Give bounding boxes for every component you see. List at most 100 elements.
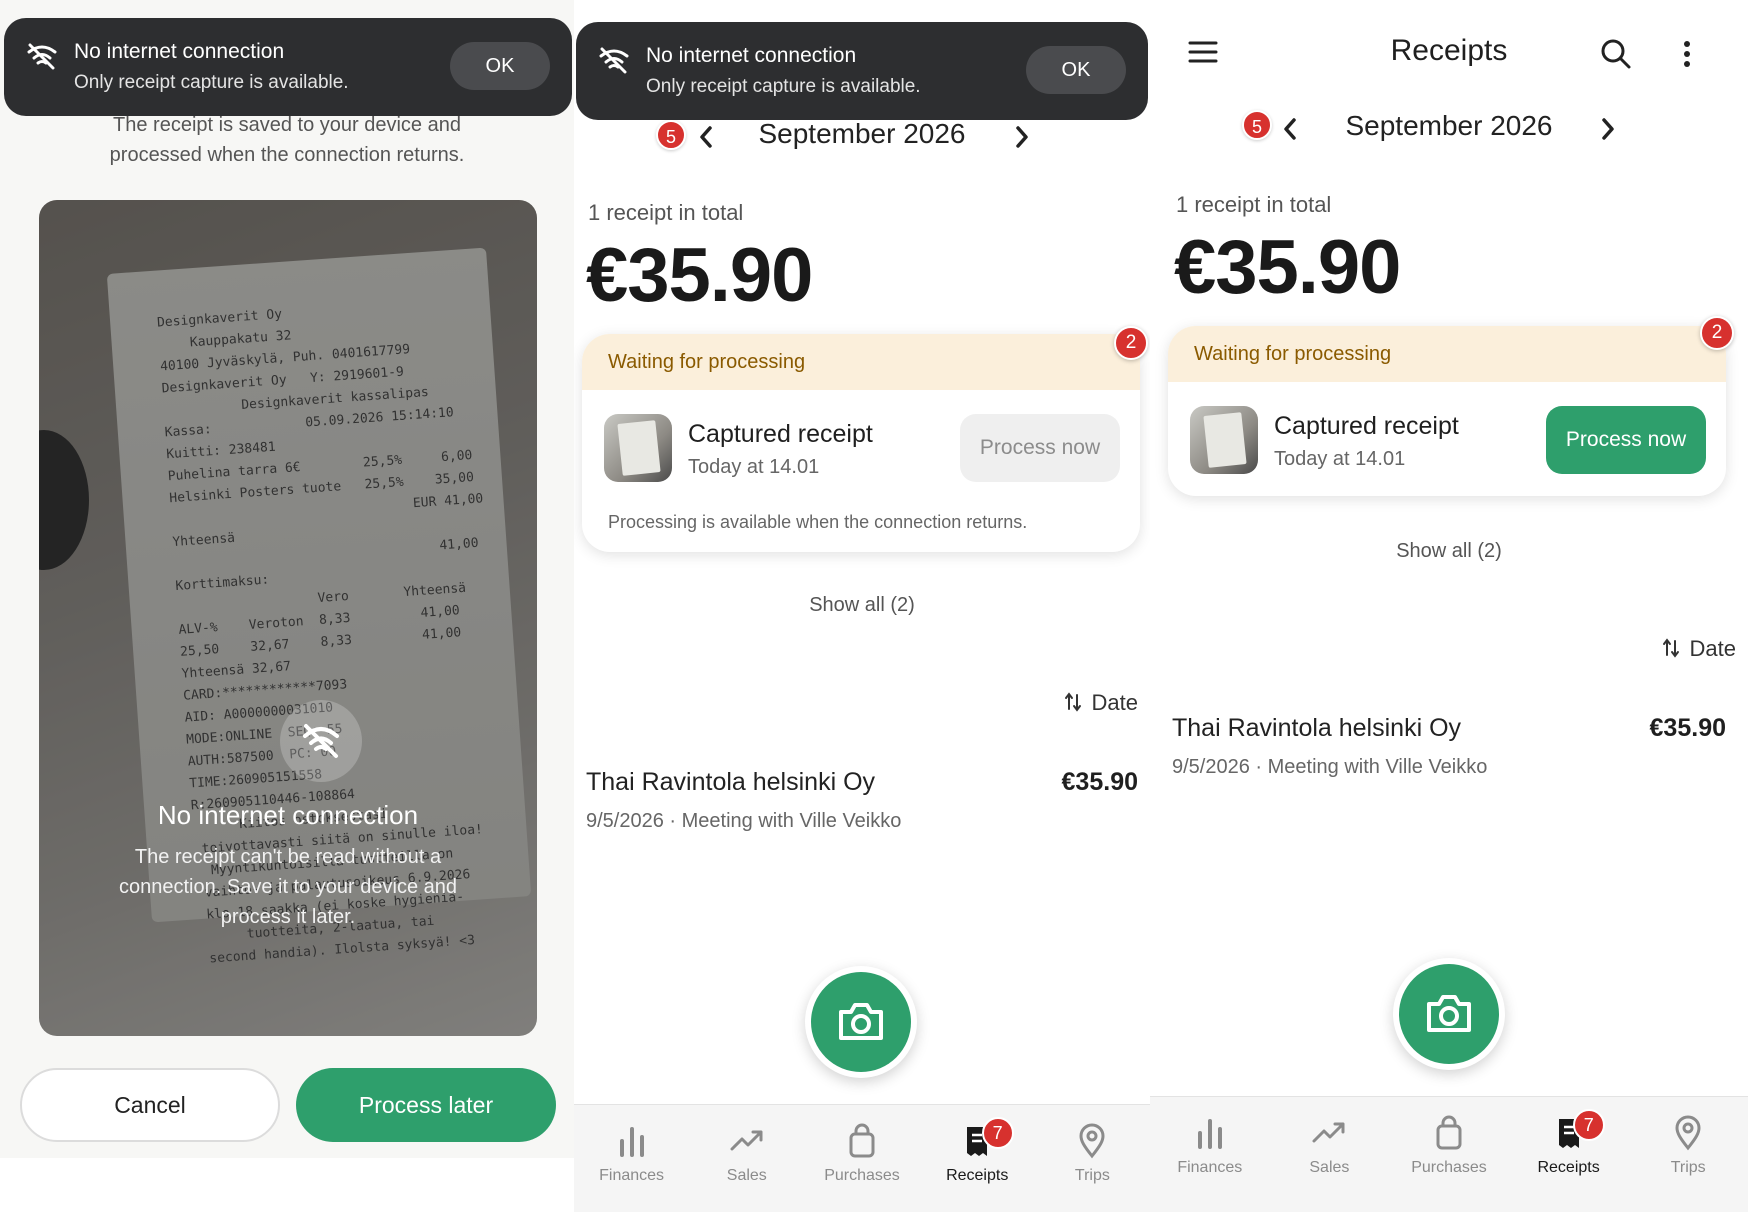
offline-toast: No internet connection Only receipt capt… bbox=[576, 22, 1148, 120]
nav-sales[interactable]: Sales bbox=[1270, 1097, 1390, 1212]
nav-label: Receipts bbox=[1537, 1159, 1600, 1176]
bottom-strip bbox=[0, 1158, 574, 1212]
capture-screen: The receipt is saved to your device and … bbox=[0, 0, 574, 1212]
camera-fab[interactable] bbox=[1393, 958, 1505, 1070]
trending-up-icon bbox=[730, 1130, 763, 1151]
nav-receipts[interactable]: Receipts 7 bbox=[1509, 1097, 1629, 1212]
nav-label: Finances bbox=[1177, 1159, 1243, 1176]
receipts-screen-offline: 5 September 2026 1 receipt in total €35.… bbox=[574, 0, 1150, 1212]
more-vert-icon[interactable] bbox=[1682, 40, 1692, 68]
month-label: September 2026 bbox=[1345, 110, 1553, 141]
captured-receipt-title: Captured receipt bbox=[1274, 412, 1459, 440]
receipt-meta: 9/5/2026 · Meeting with Ville Veikko bbox=[586, 810, 902, 832]
receipts-nav-badge: 7 bbox=[981, 1117, 1014, 1149]
camera-fab[interactable] bbox=[805, 966, 917, 1078]
chevron-right-icon[interactable] bbox=[1598, 114, 1618, 144]
total-amount: €35.90 bbox=[1174, 225, 1401, 310]
captured-receipt-time: Today at 14.01 bbox=[688, 456, 820, 478]
nav-label: Purchases bbox=[1411, 1159, 1487, 1176]
map-pin-icon bbox=[1675, 1115, 1701, 1151]
waiting-card: Waiting for processing Captured receipt … bbox=[1168, 326, 1726, 496]
nav-receipts[interactable]: Receipts 7 bbox=[920, 1105, 1035, 1212]
sort-icon bbox=[1662, 638, 1679, 658]
toast-subtitle: Only receipt capture is available. bbox=[74, 72, 349, 93]
wifi-off-icon bbox=[599, 47, 629, 74]
nav-label: Receipts bbox=[946, 1167, 1009, 1184]
overlay-text: The receipt can't be read without a conn… bbox=[119, 846, 457, 928]
bar-chart-icon bbox=[619, 1127, 644, 1157]
camera-icon bbox=[839, 1003, 883, 1040]
toast-title: No internet connection bbox=[74, 40, 285, 63]
bar-chart-icon bbox=[1197, 1119, 1222, 1149]
receipt-thumbnail bbox=[604, 414, 672, 482]
receipt-photo: Designkaverit Oy Kauppakatu 32 40100 Jyv… bbox=[39, 200, 537, 1036]
receipt-amount: €35.90 bbox=[1061, 768, 1138, 796]
nav-label: Purchases bbox=[824, 1167, 900, 1184]
nav-purchases[interactable]: Purchases bbox=[1389, 1097, 1509, 1212]
total-label: 1 receipt in total bbox=[588, 200, 744, 225]
total-amount: €35.90 bbox=[586, 233, 813, 318]
bottom-nav: Finances Sales Purchases Receipts 7 Trip… bbox=[574, 1104, 1150, 1212]
waiting-header: Waiting for processing bbox=[582, 334, 1140, 390]
nav-finances[interactable]: Finances bbox=[574, 1105, 689, 1212]
show-all-link[interactable]: Show all (2) bbox=[574, 594, 1150, 617]
map-pin-icon bbox=[1079, 1123, 1105, 1159]
receipt-meta: 9/5/2026 · Meeting with Ville Veikko bbox=[1172, 756, 1488, 778]
receipt-merchant: Thai Ravintola helsinki Oy bbox=[586, 768, 876, 796]
wifi-off-icon bbox=[280, 700, 362, 782]
overlay-title: No internet connection bbox=[157, 800, 419, 830]
sort-label: Date bbox=[1689, 636, 1736, 661]
toast-title: No internet connection bbox=[646, 44, 857, 67]
receipt-amount: €35.90 bbox=[1649, 714, 1726, 742]
nav-finances[interactable]: Finances bbox=[1150, 1097, 1270, 1212]
waiting-count-badge: 2 bbox=[1700, 316, 1734, 350]
sort-by-date[interactable]: Date bbox=[1064, 690, 1138, 716]
nav-trips[interactable]: Trips bbox=[1035, 1105, 1150, 1212]
chevron-right-icon[interactable] bbox=[1012, 122, 1032, 152]
shopping-bag-icon bbox=[849, 1123, 875, 1158]
show-all-link[interactable]: Show all (2) bbox=[1150, 540, 1748, 563]
waiting-count-badge: 2 bbox=[1114, 326, 1148, 360]
total-label: 1 receipt in total bbox=[1176, 192, 1332, 217]
sort-icon bbox=[1064, 692, 1081, 712]
nav-label: Sales bbox=[726, 1167, 767, 1184]
offline-processing-note: Processing is available when the connect… bbox=[608, 512, 1028, 532]
sort-by-date[interactable]: Date bbox=[1662, 636, 1736, 662]
process-now-button[interactable]: Process now bbox=[1546, 406, 1706, 474]
app-bar: Receipts bbox=[1150, 0, 1748, 100]
nav-label: Trips bbox=[1670, 1159, 1706, 1176]
toast-ok-button[interactable]: OK bbox=[450, 42, 550, 90]
nav-label: Finances bbox=[599, 1167, 665, 1184]
waiting-card: Waiting for processing Captured receipt … bbox=[582, 334, 1140, 552]
nav-trips[interactable]: Trips bbox=[1628, 1097, 1748, 1212]
month-navigator: 5 September 2026 bbox=[1150, 110, 1748, 150]
nav-label: Trips bbox=[1074, 1167, 1110, 1184]
month-navigator: 5 September 2026 bbox=[574, 118, 1150, 158]
process-later-button[interactable]: Process later bbox=[296, 1068, 556, 1142]
trending-up-icon bbox=[1312, 1122, 1345, 1143]
nav-sales[interactable]: Sales bbox=[689, 1105, 804, 1212]
shopping-bag-icon bbox=[1436, 1115, 1462, 1150]
receipt-merchant: Thai Ravintola helsinki Oy bbox=[1172, 714, 1462, 742]
search-icon[interactable] bbox=[1600, 38, 1632, 70]
receipts-screen-online: Receipts 5 September 2026 1 receipt in t… bbox=[1150, 0, 1748, 1212]
toast-ok-button[interactable]: OK bbox=[1026, 46, 1126, 94]
toast-subtitle: Only receipt capture is available. bbox=[646, 76, 921, 97]
offline-toast: No internet connection Only receipt capt… bbox=[4, 18, 572, 116]
camera-icon bbox=[1427, 995, 1471, 1032]
captured-receipt-title: Captured receipt bbox=[688, 420, 873, 448]
month-label: September 2026 bbox=[758, 118, 966, 149]
captured-receipt-time: Today at 14.01 bbox=[1274, 448, 1406, 470]
cancel-button[interactable]: Cancel bbox=[20, 1068, 280, 1142]
waiting-header: Waiting for processing bbox=[1168, 326, 1726, 382]
receipt-thumbnail bbox=[1190, 406, 1258, 474]
wifi-off-icon bbox=[27, 43, 57, 70]
nav-purchases[interactable]: Purchases bbox=[804, 1105, 919, 1212]
process-now-button-disabled: Process now bbox=[960, 414, 1120, 482]
sort-label: Date bbox=[1091, 690, 1138, 715]
saved-message-line2: processed when the connection returns. bbox=[109, 144, 465, 166]
receipts-nav-badge: 7 bbox=[1572, 1109, 1605, 1141]
bottom-nav: Finances Sales Purchases Receipts 7 Trip… bbox=[1150, 1096, 1748, 1212]
page-title: Receipts bbox=[1390, 34, 1508, 67]
nav-label: Sales bbox=[1309, 1159, 1350, 1176]
